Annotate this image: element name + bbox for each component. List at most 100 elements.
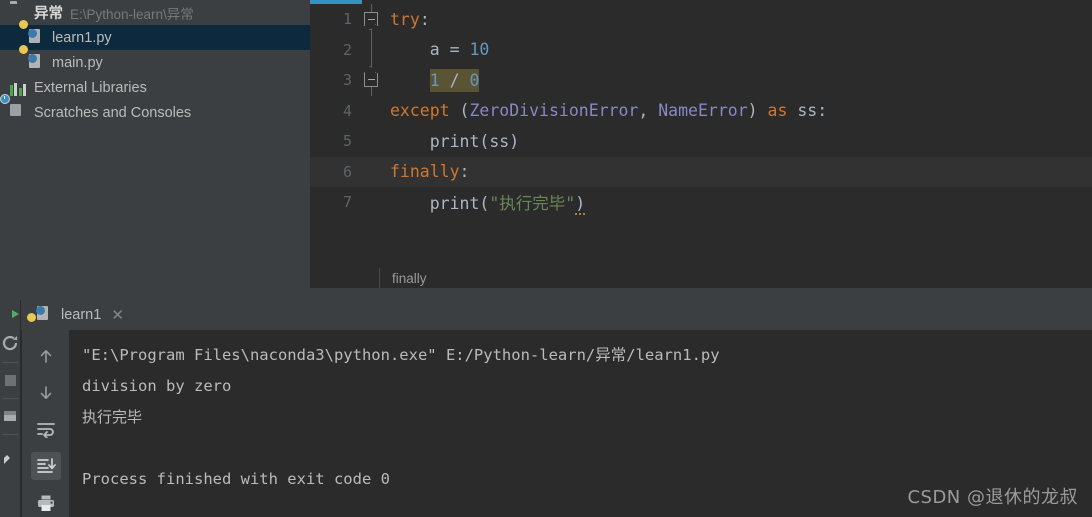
python-file-icon bbox=[19, 19, 46, 47]
editor-horizontal-scrollbar[interactable] bbox=[310, 0, 362, 4]
token-function-print: print bbox=[429, 131, 480, 151]
code-text: finally: bbox=[380, 162, 1092, 181]
console-line: 执行完毕 bbox=[82, 408, 143, 426]
line-number: 4 bbox=[342, 101, 352, 120]
fold-marker-try[interactable] bbox=[362, 4, 380, 35]
token-colon: : bbox=[459, 162, 470, 182]
project-tool-window: 异常 E:\Python-learn\异常 learn1.py main.py bbox=[0, 0, 310, 300]
close-icon[interactable]: ✕ bbox=[111, 308, 124, 323]
stop-icon[interactable] bbox=[2, 372, 19, 389]
pycharm-window: 异常 E:\Python-learn\异常 learn1.py main.py bbox=[0, 0, 1092, 517]
print-icon[interactable] bbox=[31, 488, 61, 517]
run-header: un: learn1 ✕ bbox=[0, 300, 1092, 334]
tree-item-label: main.py bbox=[52, 54, 103, 71]
token-paren-close: ) bbox=[747, 101, 758, 121]
settings-icon[interactable] bbox=[2, 450, 19, 467]
project-root-name: 异常 bbox=[34, 6, 63, 22]
top-region: 异常 E:\Python-learn\异常 learn1.py main.py bbox=[0, 0, 1092, 300]
fold-empty bbox=[362, 96, 380, 127]
soft-wrap-icon[interactable] bbox=[31, 415, 61, 444]
library-bars-icon bbox=[10, 79, 28, 97]
token-paren-close: ) bbox=[575, 194, 586, 216]
token-class-zerodivisionerror: ZeroDivisionError bbox=[469, 101, 639, 121]
code-line[interactable]: 5 print(ss) bbox=[310, 126, 1092, 157]
line-number: 1 bbox=[342, 10, 352, 29]
tree-row-learn1-py[interactable]: learn1.py bbox=[0, 19, 310, 50]
toolbar-divider bbox=[2, 434, 18, 435]
code-text: 1 / 0 bbox=[380, 68, 1092, 92]
console-line: division by zero bbox=[82, 377, 232, 395]
scroll-to-end-icon[interactable] bbox=[30, 451, 61, 481]
tree-row-scratches-and-consoles[interactable]: Scratches and Consoles bbox=[0, 93, 310, 125]
code-line[interactable]: 7 print("执行完毕") bbox=[310, 187, 1092, 218]
pin-tab-icon[interactable] bbox=[2, 408, 19, 425]
python-file-icon bbox=[27, 306, 54, 324]
token-string-literal: "执行完毕" bbox=[489, 194, 576, 214]
tree-row-project-root[interactable]: 异常 E:\Python-learn\异常 bbox=[0, 0, 310, 25]
token-args: (ss) bbox=[479, 131, 520, 151]
token-keyword-except: except bbox=[390, 101, 460, 121]
code-line[interactable]: 3 1 / 0 bbox=[310, 65, 1092, 96]
code-text: print(ss) bbox=[380, 132, 1092, 151]
rerun-icon[interactable] bbox=[2, 335, 19, 352]
tree-item-label: learn1.py bbox=[52, 29, 112, 46]
token-paren-open: ( bbox=[459, 101, 470, 121]
fold-empty bbox=[362, 187, 380, 218]
line-number: 6 bbox=[342, 162, 352, 181]
line-number: 7 bbox=[342, 193, 352, 212]
scratches-clock-icon bbox=[0, 93, 28, 122]
tree-row-external-libraries[interactable]: External Libraries bbox=[0, 75, 310, 100]
scroll-down-icon[interactable] bbox=[31, 379, 61, 408]
code-line[interactable]: 2 a = 10 bbox=[310, 34, 1092, 65]
fold-empty bbox=[362, 157, 380, 188]
code-area[interactable]: 1 try: 2 a = 10 3 1 / 0 4 except (ZeroDi… bbox=[310, 4, 1092, 268]
token-colon: : bbox=[817, 101, 828, 121]
left-edge-toolbar bbox=[0, 300, 21, 517]
tree-item-label: External Libraries bbox=[34, 79, 147, 96]
tree-item-label: Scratches and Consoles bbox=[34, 104, 192, 121]
run-tab-label: learn1 bbox=[61, 307, 102, 323]
breadcrumb[interactable]: finally bbox=[310, 268, 1092, 288]
token-class-nameerror: NameError bbox=[658, 101, 748, 121]
toolbar-divider bbox=[2, 362, 18, 363]
code-editor[interactable]: 1 try: 2 a = 10 3 1 / 0 4 except (ZeroDi… bbox=[310, 0, 1092, 300]
code-line[interactable]: 4 except (ZeroDivisionError, NameError) … bbox=[310, 96, 1092, 127]
toolbar-divider bbox=[2, 398, 18, 399]
tree-row-main-py[interactable]: main.py bbox=[0, 44, 310, 75]
token-function-print: print bbox=[429, 194, 480, 214]
token-variable-a: a bbox=[390, 40, 450, 60]
code-line-caret[interactable]: 6 finally: bbox=[310, 156, 1092, 188]
token-operator-assign: = bbox=[449, 40, 470, 60]
code-text: except (ZeroDivisionError, NameError) as… bbox=[380, 101, 1092, 120]
token-name-ss: ss bbox=[797, 101, 818, 121]
token-keyword-finally: finally bbox=[390, 162, 460, 182]
scroll-up-icon[interactable] bbox=[31, 342, 61, 371]
python-file-icon bbox=[19, 44, 46, 72]
watermark-text: CSDN @退休的龙叔 bbox=[907, 487, 1078, 508]
fold-marker-end[interactable] bbox=[362, 65, 380, 96]
line-number: 2 bbox=[342, 40, 352, 59]
code-line[interactable]: 1 try: bbox=[310, 4, 1092, 35]
editor-bottom-padding bbox=[310, 288, 1092, 300]
code-text: print("执行完毕") bbox=[380, 190, 1092, 216]
breadcrumb-label: finally bbox=[392, 270, 427, 286]
fold-empty bbox=[362, 126, 380, 157]
code-text: a = 10 bbox=[380, 40, 1092, 59]
token-comma: , bbox=[638, 101, 659, 121]
folder-icon bbox=[10, 4, 28, 22]
token-keyword-as: as bbox=[757, 101, 798, 121]
breadcrumb-gutter-spacer bbox=[310, 268, 380, 288]
console-line: "E:\Program Files\naconda3\python.exe" E… bbox=[82, 346, 720, 364]
token-number-10: 10 bbox=[469, 40, 490, 60]
project-root-path: E:\Python-learn\异常 bbox=[70, 6, 194, 22]
fold-rail bbox=[362, 34, 380, 65]
code-text: try: bbox=[380, 10, 1092, 29]
run-play-icon[interactable] bbox=[2, 308, 19, 325]
line-number: 3 bbox=[342, 71, 352, 90]
line-number: 5 bbox=[342, 132, 352, 151]
run-tab-learn1[interactable]: learn1 ✕ bbox=[27, 300, 130, 330]
console-toolbar bbox=[21, 330, 70, 517]
